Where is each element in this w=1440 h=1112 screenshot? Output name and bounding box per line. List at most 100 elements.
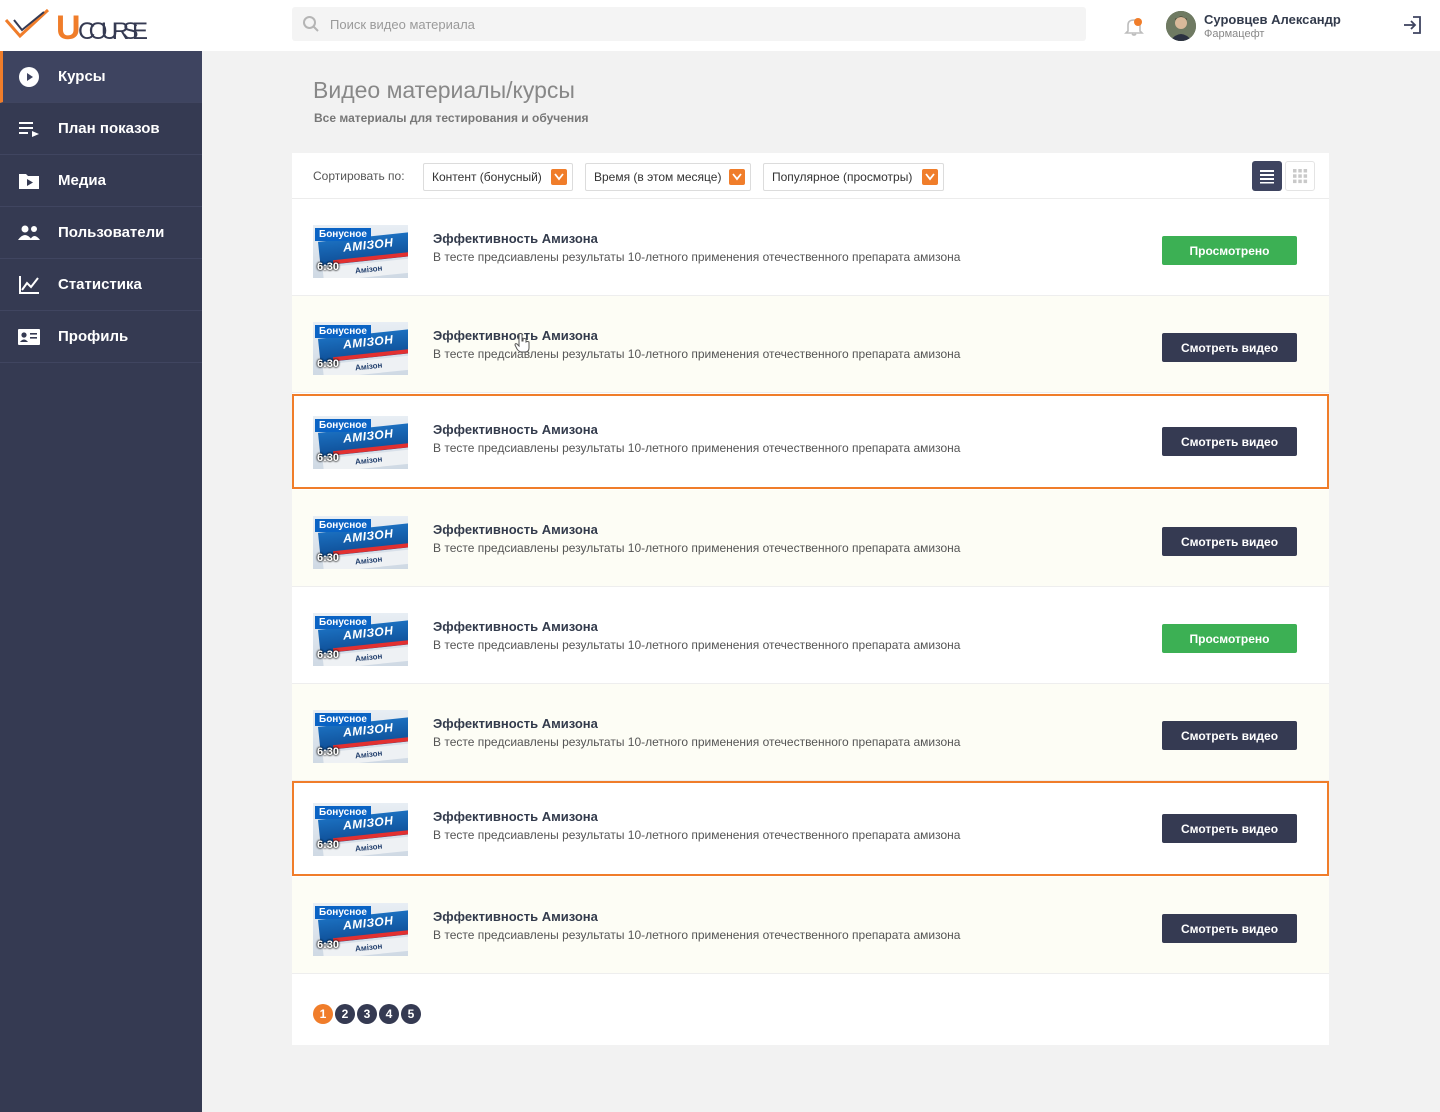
- sidebar-item-profile[interactable]: Профиль: [0, 311, 202, 363]
- grid-view-icon: [1293, 169, 1308, 184]
- sidebar-item-media[interactable]: Медиа: [0, 155, 202, 207]
- top-bar: U COURSE Суровцев Александр Фармацефт: [0, 0, 1440, 51]
- video-duration: 6:30: [317, 649, 340, 661]
- list-item[interactable]: АМІЗОН Амізон Бонусное 6:30 Эффективность Ам…: [292, 781, 1329, 876]
- page-3-button[interactable]: 3: [357, 1004, 377, 1024]
- video-description: В тесте предсиавлены результаты 10-летно…: [433, 541, 961, 555]
- list-item[interactable]: АМІЗОН Амізон Бонусное 6:30 Эффективность Ам…: [292, 296, 1329, 393]
- video-duration: 6:30: [317, 939, 340, 951]
- sidebar-item-courses[interactable]: Курсы: [0, 51, 202, 103]
- search-input[interactable]: [330, 7, 1070, 41]
- chevron-down-icon: [551, 169, 567, 185]
- list-item[interactable]: АМІЗОН Амізон Бонусное 6:30 Эффективность Ам…: [292, 877, 1329, 974]
- bonus-badge: Бонусное: [315, 519, 371, 532]
- logo-letter: U: [56, 9, 81, 46]
- page-1-button[interactable]: 1: [313, 1004, 333, 1024]
- hand-cursor-icon: [514, 333, 530, 353]
- logo-mark-icon: U COURSE: [4, 8, 148, 46]
- video-thumbnail[interactable]: АМІЗОН Амізон Бонусное 6:30: [313, 903, 408, 956]
- sort-label: Сортировать по:: [313, 169, 405, 183]
- video-title[interactable]: Эффективность Амизона: [433, 422, 598, 437]
- video-title[interactable]: Эффективность Амизона: [433, 809, 598, 824]
- sidebar-item-playlist[interactable]: План показов: [0, 103, 202, 155]
- sidebar-item-label: Курсы: [58, 68, 106, 85]
- watch-video-button[interactable]: Смотреть видео: [1162, 333, 1297, 362]
- sort-popular-select[interactable]: Популярное (просмотры): [763, 163, 944, 191]
- user-name: Суровцев Александр: [1204, 12, 1341, 27]
- list-item[interactable]: АМІЗОН Амізон Бонусное 6:30 Эффективность Ам…: [292, 394, 1329, 489]
- sidebar-item-label: Профиль: [58, 328, 129, 345]
- avatar[interactable]: [1166, 11, 1196, 41]
- media-folder-icon: [16, 170, 42, 192]
- video-duration: 6:30: [317, 552, 340, 564]
- list-item[interactable]: АМІЗОН Амізон Бонусное 6:30 Эффективность Ам…: [292, 587, 1329, 684]
- sidebar-item-users[interactable]: Пользователи: [0, 207, 202, 259]
- watch-video-button[interactable]: Смотреть видео: [1162, 914, 1297, 943]
- chevron-down-icon: [922, 169, 938, 185]
- video-thumbnail[interactable]: АМІЗОН Амізон Бонусное 6:30: [313, 803, 408, 856]
- video-description: В тесте предсиавлены результаты 10-летно…: [433, 441, 961, 455]
- video-thumbnail[interactable]: АМІЗОН Амізон Бонусное 6:30: [313, 416, 408, 469]
- page-5-button[interactable]: 5: [401, 1004, 421, 1024]
- bonus-badge: Бонусное: [315, 906, 371, 919]
- video-description: В тесте предсиавлены результаты 10-летно…: [433, 735, 961, 749]
- bonus-badge: Бонусное: [315, 616, 371, 629]
- select-value: Время (в этом месяце): [594, 170, 722, 184]
- bonus-badge: Бонусное: [315, 713, 371, 726]
- profile-card-icon: [16, 326, 42, 348]
- chart-icon: [16, 274, 42, 296]
- bonus-badge: Бонусное: [315, 806, 371, 819]
- bonus-badge: Бонусное: [315, 228, 371, 241]
- sort-content-select[interactable]: Контент (бонусный): [423, 163, 573, 191]
- bonus-badge: Бонусное: [315, 419, 371, 432]
- viewed-button[interactable]: Просмотрено: [1162, 236, 1297, 265]
- chevron-down-icon: [729, 169, 745, 185]
- sidebar: Курсы План показов Медиа Пользователи Ст…: [0, 51, 202, 1112]
- viewed-button[interactable]: Просмотрено: [1162, 624, 1297, 653]
- notification-dot: [1134, 18, 1142, 26]
- sort-time-select[interactable]: Время (в этом месяце): [585, 163, 751, 191]
- notifications-button[interactable]: [1123, 15, 1145, 37]
- app-logo[interactable]: U COURSE: [0, 0, 202, 51]
- list-item[interactable]: АМІЗОН Амізон Бонусное 6:30 Эффективность Ам…: [292, 684, 1329, 781]
- sidebar-item-label: План показов: [58, 120, 160, 137]
- watch-video-button[interactable]: Смотреть видео: [1162, 427, 1297, 456]
- video-thumbnail[interactable]: АМІЗОН Амізон Бонусное 6:30: [313, 613, 408, 666]
- video-title[interactable]: Эффективность Амизона: [433, 522, 598, 537]
- page-2-button[interactable]: 2: [335, 1004, 355, 1024]
- pagination: 12345: [313, 1004, 421, 1024]
- page-title: Видео материалы/курсы: [313, 77, 575, 103]
- list-item[interactable]: АМІЗОН Амізон Бонусное 6:30 Эффективность Ам…: [292, 199, 1329, 296]
- playlist-icon: [16, 118, 42, 140]
- video-thumbnail[interactable]: АМІЗОН Амізон Бонусное 6:30: [313, 516, 408, 569]
- sidebar-item-statistics[interactable]: Статистика: [0, 259, 202, 311]
- video-duration: 6:30: [317, 261, 340, 273]
- logo-text: COURSE: [78, 18, 148, 45]
- video-thumbnail[interactable]: АМІЗОН Амізон Бонусное 6:30: [313, 710, 408, 763]
- logout-button[interactable]: [1401, 14, 1423, 36]
- video-title[interactable]: Эффективность Амизона: [433, 909, 598, 924]
- search-box: [292, 7, 1086, 41]
- list-item[interactable]: АМІЗОН Амізон Бонусное 6:30 Эффективность Ам…: [292, 490, 1329, 587]
- video-title[interactable]: Эффективность Амизона: [433, 716, 598, 731]
- watch-video-button[interactable]: Смотреть видео: [1162, 814, 1297, 843]
- watch-video-button[interactable]: Смотреть видео: [1162, 721, 1297, 750]
- video-thumbnail[interactable]: АМІЗОН Амізон Бонусное 6:30: [313, 225, 408, 278]
- video-duration: 6:30: [317, 839, 340, 851]
- logout-icon: [1404, 16, 1421, 34]
- video-list-panel: Сортировать по: Контент (бонусный) Время…: [292, 153, 1329, 1045]
- video-thumbnail[interactable]: АМІЗОН Амізон Бонусное 6:30: [313, 322, 408, 375]
- sidebar-item-label: Медиа: [58, 172, 106, 189]
- grid-view-button[interactable]: [1285, 161, 1315, 191]
- watch-video-button[interactable]: Смотреть видео: [1162, 527, 1297, 556]
- play-circle-icon: [16, 66, 42, 88]
- select-value: Популярное (просмотры): [772, 170, 913, 184]
- page-4-button[interactable]: 4: [379, 1004, 399, 1024]
- select-value: Контент (бонусный): [432, 170, 542, 184]
- page-subtitle: Все материалы для тестирования и обучени…: [314, 111, 589, 125]
- list-view-button[interactable]: [1252, 161, 1282, 191]
- search-icon: [303, 16, 319, 32]
- user-role: Фармацефт: [1204, 28, 1265, 40]
- video-title[interactable]: Эффективность Амизона: [433, 619, 598, 634]
- video-title[interactable]: Эффективность Амизона: [433, 231, 598, 246]
